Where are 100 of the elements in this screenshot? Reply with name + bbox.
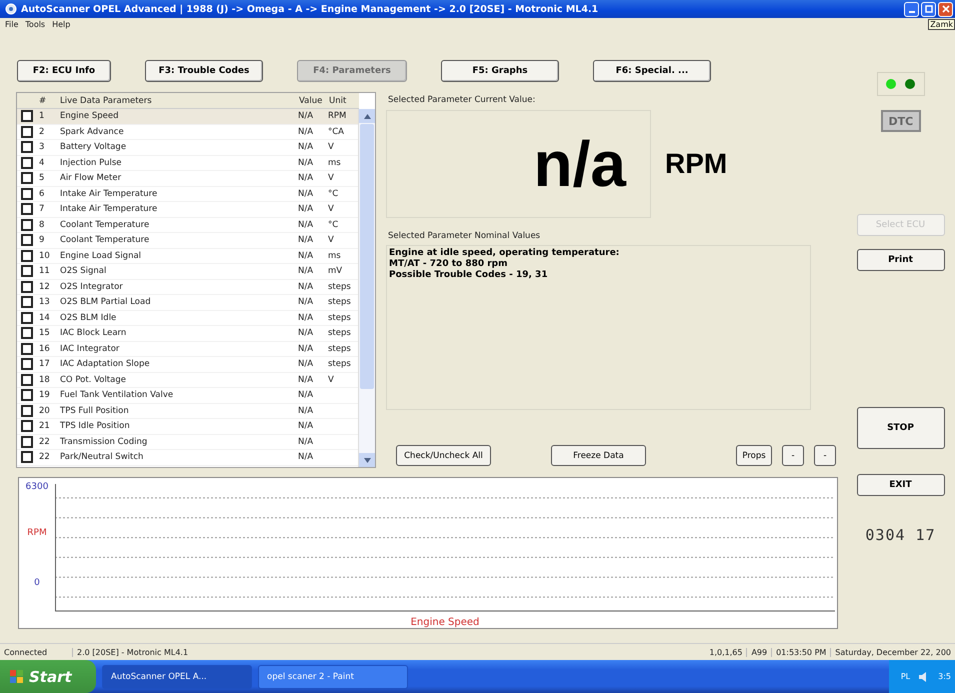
- table-cell-text: CO Pot. Voltage: [59, 374, 127, 385]
- parameter-row[interactable]: 8 Coolant Temperature N/A °C: [17, 218, 358, 233]
- scroll-up-arrow-icon[interactable]: [364, 114, 370, 118]
- parameter-row[interactable]: 9 Coolant Temperature N/A V: [17, 233, 358, 248]
- tab[interactable]: F5: Graphs: [441, 60, 559, 82]
- tab[interactable]: F4: Parameters: [297, 60, 407, 82]
- checkbox[interactable]: [21, 234, 33, 246]
- table-cell: V: [328, 204, 334, 214]
- checkbox[interactable]: [21, 342, 33, 355]
- parameter-row[interactable]: 1 Engine Speed N/A RPM: [17, 109, 358, 124]
- parameter-row[interactable]: 17 IAC Adaptation Slope N/A steps: [17, 357, 358, 372]
- parameter-row[interactable]: 7 Intake Air Temperature N/A V: [17, 202, 358, 218]
- table-cell: mV: [328, 266, 342, 276]
- taskbar-button[interactable]: AutoScanner OPEL A...: [102, 664, 252, 688]
- menu-item[interactable]: Tools: [25, 20, 46, 28]
- maximize-button[interactable]: [921, 2, 936, 16]
- table-cell: °C: [328, 220, 338, 230]
- table-cell-text: O2S BLM Idle: [59, 312, 118, 323]
- taskbar-button[interactable]: opel scaner 2 - Paint: [258, 664, 408, 688]
- print-button[interactable]: Print: [856, 249, 944, 271]
- parameter-row[interactable]: 18 CO Pot. Voltage N/A V: [17, 372, 358, 388]
- checkbox[interactable]: [21, 327, 33, 340]
- start-button[interactable]: Start: [0, 660, 96, 693]
- checkbox[interactable]: [21, 126, 33, 138]
- parameter-row[interactable]: 19 Fuel Tank Ventilation Valve N/A: [17, 388, 358, 404]
- table-cell-text: N/A: [298, 359, 314, 370]
- table-cell-text: N/A: [298, 344, 314, 354]
- checkbox[interactable]: [21, 218, 33, 231]
- parameter-row[interactable]: 13 O2S BLM Partial Load N/A steps: [17, 295, 358, 310]
- parameter-row[interactable]: 3 Battery Voltage N/A V: [17, 140, 358, 156]
- table-cell: V: [328, 142, 334, 152]
- checkbox[interactable]: [21, 141, 33, 154]
- tab[interactable]: F2: ECU Info: [17, 60, 111, 82]
- table-cell-text: N/A: [298, 390, 314, 400]
- checkbox[interactable]: [21, 280, 33, 293]
- column-header[interactable]: #: [37, 96, 57, 106]
- scroll-down-arrow-icon[interactable]: [364, 458, 370, 462]
- table-cell: steps: [328, 297, 351, 308]
- parameter-row[interactable]: 4 Injection Pulse N/A ms: [17, 156, 358, 171]
- table-cell-text: N/A: [298, 204, 314, 214]
- parameter-row[interactable]: 15 IAC Block Learn N/A steps: [17, 326, 358, 342]
- checkbox[interactable]: [21, 374, 33, 386]
- action-button[interactable]: -: [782, 445, 804, 466]
- checkbox[interactable]: [21, 420, 33, 432]
- table-cell-text: N/A: [298, 374, 314, 385]
- checkbox[interactable]: [21, 296, 33, 308]
- parameter-row[interactable]: 22 Park/Neutral Switch N/A: [17, 450, 358, 466]
- menu-item[interactable]: File: [5, 20, 18, 28]
- minimize-button[interactable]: [904, 2, 919, 16]
- parameter-row[interactable]: 6 Intake Air Temperature N/A °C: [17, 186, 358, 202]
- column-header[interactable]: Unit: [329, 96, 359, 106]
- checkbox[interactable]: [21, 110, 33, 122]
- table-cell-text: 20: [38, 406, 51, 416]
- nominal-values-label: Selected Parameter Nominal Values: [388, 231, 542, 241]
- checkbox[interactable]: [21, 451, 33, 464]
- parameter-row[interactable]: 10 Engine Load Signal N/A ms: [17, 248, 358, 264]
- column-header[interactable]: Value: [299, 96, 329, 106]
- column-header[interactable]: Live Data Parameters: [57, 96, 299, 106]
- table-cell-text: Intake Air Temperature: [59, 204, 158, 214]
- nominal-text: Engine at idle speed, operating temperature:: [389, 248, 620, 259]
- menu-item[interactable]: Help: [52, 20, 70, 28]
- close-button[interactable]: [938, 2, 953, 16]
- parameter-row[interactable]: 14 O2S BLM Idle N/A steps: [17, 310, 358, 326]
- checkbox[interactable]: [21, 312, 33, 324]
- checkbox[interactable]: [21, 203, 33, 216]
- table-cell-text: Air Flow Meter: [59, 173, 122, 184]
- table-cell-text: Fuel Tank Ventilation Valve: [59, 390, 174, 400]
- action-button[interactable]: -: [814, 445, 836, 466]
- tab[interactable]: F6: Special. ...: [593, 60, 711, 82]
- table-cell: steps: [328, 282, 351, 292]
- action-button[interactable]: Props: [736, 445, 772, 466]
- checkbox[interactable]: [21, 265, 33, 278]
- table-cell-text: 18: [38, 374, 51, 385]
- scrollbar[interactable]: [358, 109, 375, 467]
- checkbox[interactable]: [21, 250, 33, 262]
- parameter-row[interactable]: 22 Transmission Coding N/A: [17, 434, 358, 450]
- maximize-icon: [924, 5, 932, 13]
- checkbox[interactable]: [21, 358, 33, 370]
- table-cell-text: 4: [38, 158, 46, 168]
- checkbox[interactable]: [21, 156, 33, 169]
- table-cell-text: Battery Voltage: [59, 142, 128, 152]
- checkbox[interactable]: [21, 188, 33, 200]
- tab[interactable]: F3: Trouble Codes: [145, 60, 263, 82]
- parameter-row[interactable]: 21 TPS Idle Position N/A: [17, 419, 358, 434]
- checkbox[interactable]: [21, 404, 33, 417]
- parameter-row[interactable]: 2 Spark Advance N/A °CA: [17, 124, 358, 140]
- exit-button[interactable]: EXIT: [856, 474, 944, 496]
- parameter-row[interactable]: 20 TPS Full Position N/A: [17, 404, 358, 419]
- parameter-row[interactable]: 16 IAC Integrator N/A steps: [17, 342, 358, 357]
- checkbox[interactable]: [21, 389, 33, 402]
- parameter-row[interactable]: 11 O2S Signal N/A mV: [17, 264, 358, 280]
- current-value: n/a: [534, 127, 626, 201]
- checkbox[interactable]: [21, 436, 33, 448]
- table-cell-text: IAC Integrator: [59, 344, 120, 354]
- stop-button[interactable]: STOP: [856, 407, 944, 449]
- action-button[interactable]: Freeze Data: [551, 445, 646, 466]
- parameter-row[interactable]: 12 O2S Integrator N/A steps: [17, 280, 358, 295]
- checkbox[interactable]: [21, 172, 33, 184]
- action-button[interactable]: Check/Uncheck All: [396, 445, 491, 466]
- parameter-row[interactable]: 5 Air Flow Meter N/A V: [17, 171, 358, 186]
